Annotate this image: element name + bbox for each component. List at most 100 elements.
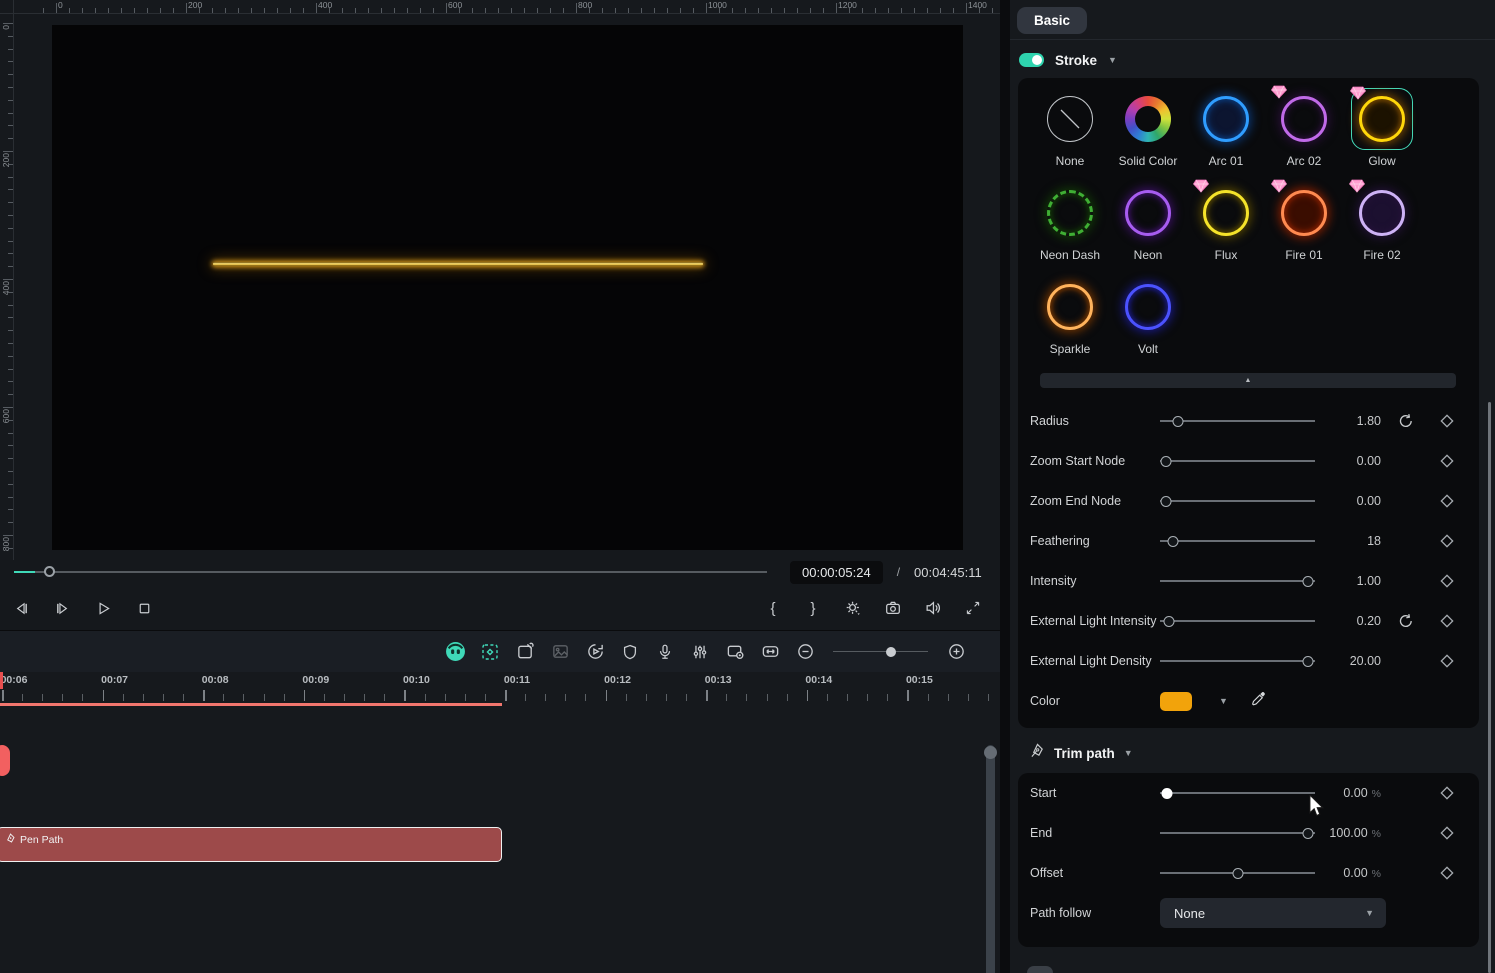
preset-arc-01[interactable]: Arc 01	[1187, 88, 1265, 168]
preset-thumbnail[interactable]	[1117, 182, 1179, 244]
snapshot-icon[interactable]	[882, 597, 904, 619]
voiceover-icon[interactable]	[654, 641, 676, 663]
slider-thumb[interactable]	[1302, 576, 1313, 587]
trim-collapse-caret-icon[interactable]: ▼	[1124, 748, 1133, 758]
speed-icon[interactable]	[584, 641, 606, 663]
preset-fire-02[interactable]: Fire 02	[1343, 182, 1421, 262]
audio-mixer-icon[interactable]	[689, 641, 711, 663]
settings-icon[interactable]	[842, 597, 864, 619]
preset-thumbnail[interactable]	[1351, 182, 1413, 244]
param-slider[interactable]	[1160, 614, 1315, 628]
panel-scrollbar[interactable]	[1488, 402, 1491, 973]
split-icon[interactable]	[514, 641, 536, 663]
volume-icon[interactable]	[922, 597, 944, 619]
screen-record-icon[interactable]	[724, 641, 746, 663]
preset-collapse-bar[interactable]: ▲	[1040, 373, 1456, 388]
eyedropper-icon[interactable]	[1250, 691, 1266, 712]
timeline-zoom-slider[interactable]	[833, 645, 928, 659]
preset-solid-color[interactable]: Solid Color	[1109, 88, 1187, 168]
next-frame-button[interactable]	[51, 597, 73, 619]
zoom-slider-thumb[interactable]	[886, 647, 896, 657]
preset-flux[interactable]: Flux	[1187, 182, 1265, 262]
keyframe-diamond-icon[interactable]	[1437, 531, 1457, 551]
playhead[interactable]	[0, 672, 3, 689]
timeline-scrollbar[interactable]	[986, 745, 995, 973]
mark-out-button[interactable]: }	[802, 597, 824, 619]
preset-neon-dash[interactable]: Neon Dash	[1031, 182, 1109, 262]
preset-thumbnail[interactable]	[1039, 88, 1101, 150]
timeline-clip-pen-path[interactable]: Pen Path	[0, 827, 502, 862]
smart-keyframe-icon[interactable]	[479, 641, 501, 663]
seek-bar[interactable]	[14, 565, 767, 579]
slider-thumb[interactable]	[1160, 496, 1171, 507]
param-slider[interactable]	[1160, 786, 1315, 800]
param-slider[interactable]	[1160, 866, 1315, 880]
param-slider[interactable]	[1160, 826, 1315, 840]
timecode-current[interactable]: 00:00:05:24	[790, 561, 883, 584]
slider-thumb[interactable]	[1160, 456, 1171, 467]
slider-thumb[interactable]	[1163, 616, 1174, 627]
fit-to-timeline-icon[interactable]	[759, 641, 781, 663]
color-dropdown-caret-icon[interactable]: ▼	[1219, 696, 1228, 706]
keyframe-diamond-icon[interactable]	[1437, 451, 1457, 471]
timeline-tracks[interactable]: Pen Path	[0, 707, 1000, 973]
seek-thumb[interactable]	[44, 566, 55, 577]
mask-icon[interactable]	[619, 641, 641, 663]
preset-arc-02[interactable]: Arc 02	[1265, 88, 1343, 168]
path-follow-dropdown[interactable]: None ▼	[1160, 898, 1386, 928]
seek-track[interactable]	[14, 571, 767, 573]
timeline-ruler[interactable]: 00:0600:0700:0800:0900:1000:1100:1200:13…	[0, 672, 1000, 703]
preset-thumbnail[interactable]	[1195, 182, 1257, 244]
timeline-scrollbar-knob[interactable]	[984, 746, 997, 759]
slider-thumb[interactable]	[1162, 788, 1173, 799]
preset-thumbnail[interactable]	[1273, 88, 1335, 150]
reset-button[interactable]	[1396, 611, 1416, 631]
reset-button[interactable]	[1396, 411, 1416, 431]
keyframe-diamond-icon[interactable]	[1437, 571, 1457, 591]
preview-canvas[interactable]	[52, 25, 963, 550]
preset-fire-01[interactable]: Fire 01	[1265, 182, 1343, 262]
previous-frame-button[interactable]	[10, 597, 32, 619]
preset-thumbnail[interactable]	[1273, 182, 1335, 244]
zoom-in-icon[interactable]	[945, 641, 967, 663]
slider-thumb[interactable]	[1172, 416, 1183, 427]
keyframe-diamond-icon[interactable]	[1437, 651, 1457, 671]
param-slider[interactable]	[1160, 654, 1315, 668]
preset-none[interactable]: None	[1031, 88, 1109, 168]
keyframe-diamond-icon[interactable]	[1437, 491, 1457, 511]
preset-thumbnail[interactable]	[1117, 276, 1179, 338]
preset-thumbnail[interactable]	[1195, 88, 1257, 150]
tab-basic[interactable]: Basic	[1017, 7, 1087, 34]
preset-thumbnail[interactable]	[1039, 182, 1101, 244]
play-button[interactable]	[92, 597, 114, 619]
mark-in-button[interactable]: {	[762, 597, 784, 619]
next-section-toggle[interactable]	[1027, 966, 1053, 973]
preset-neon[interactable]: Neon	[1109, 182, 1187, 262]
param-slider[interactable]	[1160, 574, 1315, 588]
preset-thumbnail[interactable]	[1351, 88, 1413, 150]
image-placeholder-icon[interactable]	[549, 641, 571, 663]
stroke-glow-line[interactable]	[213, 262, 703, 266]
slider-thumb[interactable]	[1168, 536, 1179, 547]
ai-copilot-icon[interactable]	[444, 641, 466, 663]
keyframe-diamond-icon[interactable]	[1437, 411, 1457, 431]
slider-thumb[interactable]	[1302, 656, 1313, 667]
preset-sparkle[interactable]: Sparkle	[1031, 276, 1109, 356]
keyframe-diamond-icon[interactable]	[1437, 823, 1457, 843]
zoom-out-icon[interactable]	[794, 641, 816, 663]
clip-badge[interactable]	[0, 745, 10, 776]
param-slider[interactable]	[1160, 414, 1315, 428]
param-slider[interactable]	[1160, 454, 1315, 468]
fullscreen-icon[interactable]	[962, 597, 984, 619]
preset-volt[interactable]: Volt	[1109, 276, 1187, 356]
preset-glow[interactable]: Glow	[1343, 88, 1421, 168]
color-swatch[interactable]	[1160, 692, 1192, 711]
preset-thumbnail[interactable]	[1039, 276, 1101, 338]
keyframe-diamond-icon[interactable]	[1437, 611, 1457, 631]
param-slider[interactable]	[1160, 494, 1315, 508]
keyframe-diamond-icon[interactable]	[1437, 783, 1457, 803]
preset-thumbnail[interactable]	[1117, 88, 1179, 150]
stop-button[interactable]	[133, 597, 155, 619]
slider-thumb[interactable]	[1232, 868, 1243, 879]
stroke-toggle[interactable]	[1019, 53, 1044, 67]
